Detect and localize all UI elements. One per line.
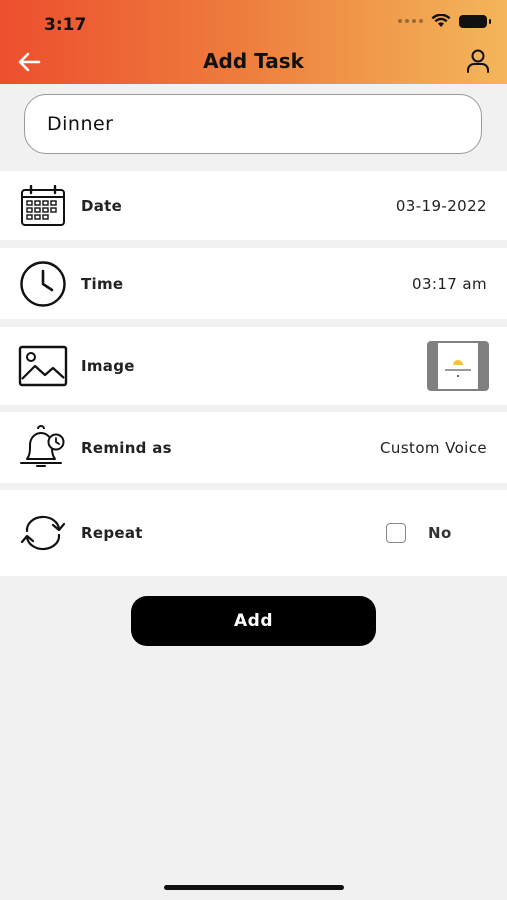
task-name-input[interactable] bbox=[45, 112, 449, 136]
remind-value[interactable]: Custom Voice bbox=[380, 439, 487, 457]
page-title: Add Task bbox=[203, 49, 304, 73]
remind-row[interactable]: Remind as Custom Voice bbox=[0, 412, 507, 483]
status-time: 3:17 bbox=[44, 15, 87, 35]
repeat-row[interactable]: Repeat No bbox=[0, 490, 507, 576]
thumbnail-text-line bbox=[445, 368, 471, 371]
add-button[interactable]: Add bbox=[131, 596, 376, 646]
image-thumbnail[interactable] bbox=[427, 341, 489, 391]
date-row[interactable]: Date 03-19-2022 bbox=[0, 171, 507, 240]
user-icon bbox=[467, 49, 489, 73]
thumbnail-dot bbox=[457, 374, 459, 377]
remind-label: Remind as bbox=[81, 438, 172, 457]
clock-icon bbox=[18, 259, 68, 309]
bell-clock-icon bbox=[18, 423, 68, 473]
home-indicator bbox=[164, 885, 344, 890]
time-row[interactable]: Time 03:17 am bbox=[0, 248, 507, 319]
image-label: Image bbox=[81, 357, 135, 375]
wifi-icon bbox=[431, 14, 451, 27]
repeat-checkbox[interactable] bbox=[386, 523, 406, 543]
app-header: 3:17 Add Task bbox=[0, 0, 507, 84]
battery-icon bbox=[459, 14, 491, 28]
repeat-value: No bbox=[428, 524, 452, 542]
image-icon bbox=[18, 341, 68, 391]
signal-icon bbox=[398, 19, 423, 23]
image-row[interactable]: Image bbox=[0, 327, 507, 405]
thumbnail-preview bbox=[438, 343, 478, 389]
date-label: Date bbox=[81, 196, 123, 215]
task-name-field[interactable] bbox=[24, 94, 482, 154]
profile-button[interactable] bbox=[463, 46, 493, 76]
time-value[interactable]: 03:17 am bbox=[412, 275, 487, 293]
repeat-icon bbox=[18, 508, 68, 558]
date-value[interactable]: 03-19-2022 bbox=[396, 197, 487, 215]
repeat-label: Repeat bbox=[81, 524, 143, 542]
status-icons bbox=[398, 14, 491, 28]
time-label: Time bbox=[81, 274, 124, 293]
sun-logo-icon bbox=[453, 359, 463, 365]
calendar-icon bbox=[18, 181, 68, 231]
